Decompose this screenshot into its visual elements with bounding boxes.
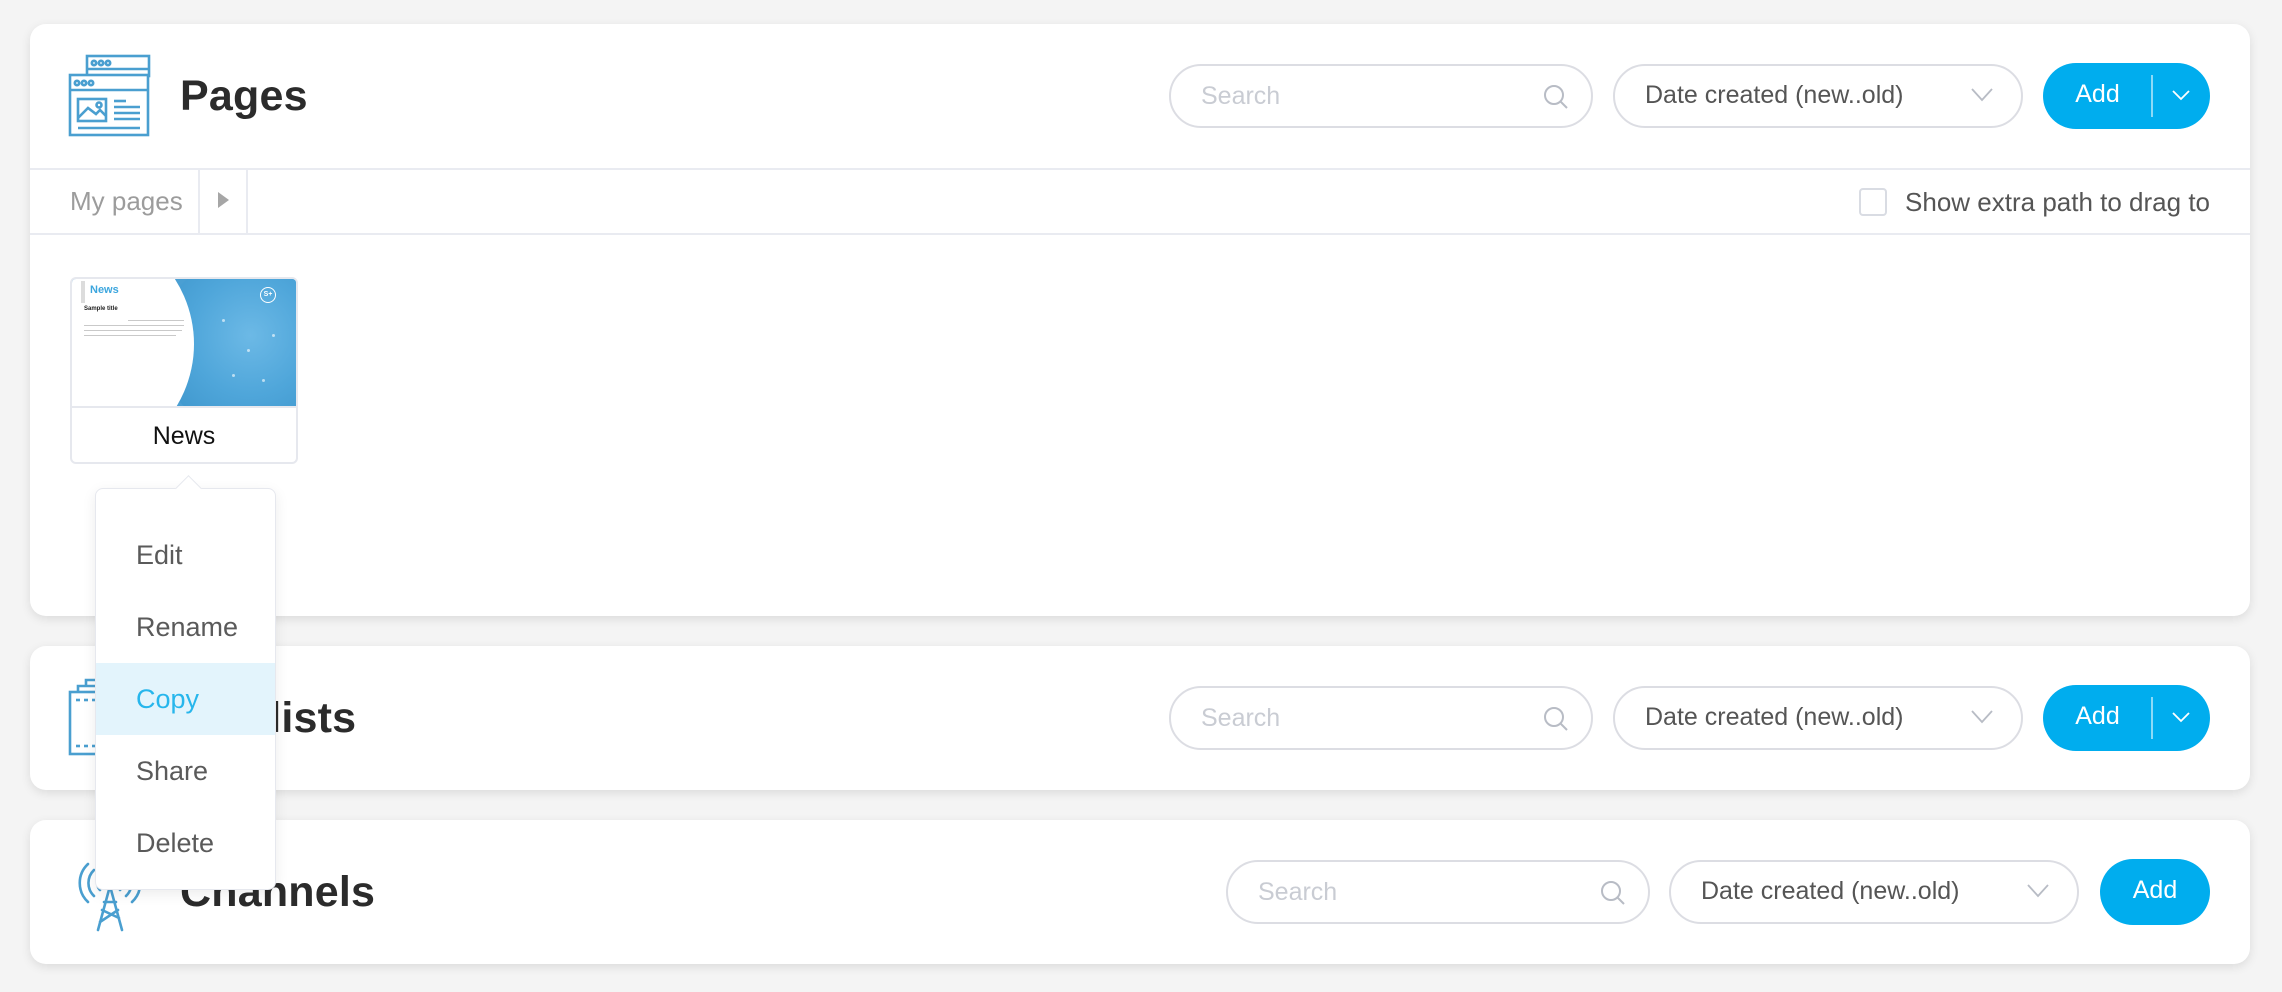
thumbnail-subtitle: Sample title <box>84 306 118 312</box>
pages-panel-header: Pages Date created (new..old) Add <box>30 24 2250 168</box>
sort-selected-value: Date created (new..old) <box>1645 703 1904 731</box>
chevron-down-icon <box>2027 884 2049 898</box>
breadcrumb-expand[interactable] <box>200 170 248 233</box>
breadcrumb: My pages Show extra path to drag to <box>30 168 2250 235</box>
add-button-label: Add <box>2075 80 2120 108</box>
chevron-down-icon <box>1971 88 1993 102</box>
chevron-down-icon <box>2172 90 2190 101</box>
channels-panel: Channels Date created (new..old) Add <box>30 820 2250 964</box>
add-dropdown-toggle[interactable] <box>2153 685 2210 751</box>
show-extra-path-checkbox[interactable] <box>1859 188 1888 216</box>
pages-add-button[interactable]: Add <box>2043 63 2210 129</box>
menu-item-copy[interactable]: Copy <box>96 663 275 735</box>
show-extra-path-label: Show extra path to drag to <box>1905 186 2210 217</box>
channels-add-button[interactable]: Add <box>2100 859 2210 925</box>
show-extra-path-toggle[interactable]: Show extra path to drag to <box>1859 184 2210 220</box>
add-button-label: Add <box>2075 702 2120 730</box>
page-thumbnail: News Sample title S+ <box>72 279 296 406</box>
search-icon[interactable] <box>1543 706 1569 732</box>
playlists-search-box[interactable] <box>1169 686 1593 750</box>
page-card-news[interactable]: News Sample title S+ News <box>70 277 298 464</box>
menu-item-edit[interactable]: Edit <box>96 519 275 591</box>
add-button-label: Add <box>2132 876 2178 904</box>
caret-right-icon <box>218 192 229 208</box>
playlists-search-input[interactable] <box>1201 698 1531 738</box>
sort-selected-value: Date created (new..old) <box>1645 81 1904 109</box>
add-dropdown-toggle[interactable] <box>2153 63 2210 129</box>
menu-item-delete[interactable]: Delete <box>96 807 275 879</box>
web-pages-icon <box>68 54 152 138</box>
chevron-down-icon <box>1971 710 1993 724</box>
menu-item-rename[interactable]: Rename <box>96 591 275 663</box>
thumbnail-heading: News <box>90 284 119 296</box>
pages-search-input[interactable] <box>1201 76 1531 116</box>
pages-sort-dropdown[interactable]: Date created (new..old) <box>1613 64 2023 128</box>
chevron-down-icon <box>2172 712 2190 723</box>
pages-search-box[interactable] <box>1169 64 1593 128</box>
breadcrumb-root-label: My pages <box>70 186 183 216</box>
channels-panel-header: Channels Date created (new..old) Add <box>30 820 2250 964</box>
menu-item-share[interactable]: Share <box>96 735 275 807</box>
playlists-panel: Playlists Date created (new..old) Add <box>30 646 2250 790</box>
sort-selected-value: Date created (new..old) <box>1701 877 1960 905</box>
search-icon[interactable] <box>1600 880 1626 906</box>
page-context-menu: Edit Rename Copy Share Delete <box>95 488 276 890</box>
pages-panel: Pages Date created (new..old) Add <box>30 24 2250 616</box>
channels-sort-dropdown[interactable]: Date created (new..old) <box>1669 860 2079 924</box>
playlists-add-button[interactable]: Add <box>2043 685 2210 751</box>
breadcrumb-my-pages[interactable]: My pages <box>30 170 200 233</box>
pages-title: Pages <box>180 72 308 120</box>
playlists-sort-dropdown[interactable]: Date created (new..old) <box>1613 686 2023 750</box>
channels-search-box[interactable] <box>1226 860 1650 924</box>
channels-search-input[interactable] <box>1258 872 1588 912</box>
page-card-title: News <box>72 406 296 462</box>
search-icon[interactable] <box>1543 84 1569 110</box>
thumbnail-logo: S+ <box>260 287 276 303</box>
playlists-panel-header: Playlists Date created (new..old) Add <box>30 646 2250 790</box>
